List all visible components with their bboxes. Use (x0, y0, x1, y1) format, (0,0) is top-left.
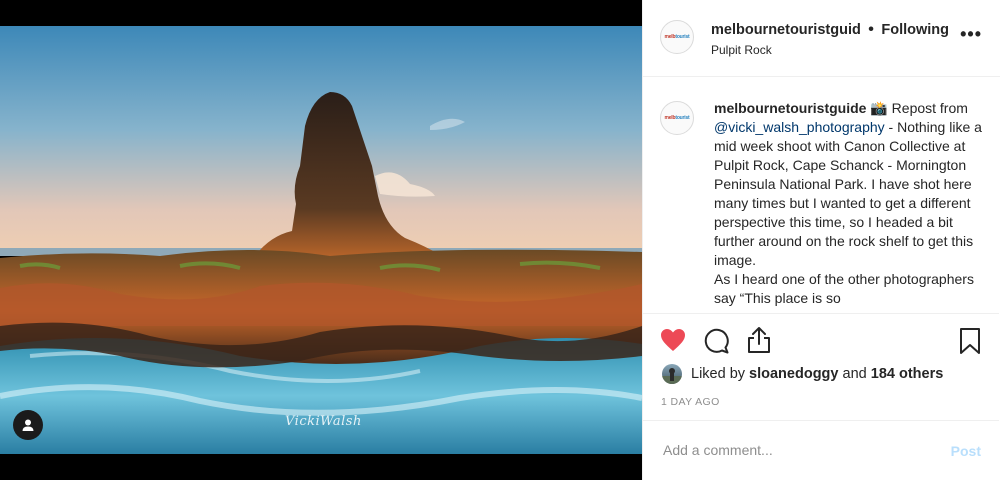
comment-icon[interactable] (703, 328, 729, 354)
following-button[interactable]: Following (881, 22, 949, 38)
comment-form: Post (643, 420, 999, 481)
instagram-post: VickiWalsh melbtourist melbournetouristg… (0, 0, 1000, 480)
caption-body: - Nothing like a mid week shoot with Can… (714, 119, 982, 268)
caption-lead: Repost from (887, 100, 968, 116)
post-sidebar: melbtourist melbournetouristguid • Follo… (642, 0, 1000, 480)
camera-emoji: 📸 (870, 100, 888, 116)
liker-username[interactable]: sloanedoggy (749, 366, 838, 382)
action-bar (643, 313, 999, 358)
heart-icon[interactable] (660, 328, 686, 352)
liker-avatar[interactable] (662, 364, 682, 384)
author-avatar[interactable]: melbtourist (660, 20, 694, 54)
caption-username[interactable]: melbournetouristguide (714, 100, 866, 116)
caption-avatar[interactable]: melbtourist (660, 101, 694, 135)
user-tag-icon (22, 419, 34, 431)
avatar-logo: melbtourist (664, 34, 690, 40)
share-icon[interactable] (747, 326, 771, 354)
avatar-logo: melbtourist (664, 115, 690, 121)
bookmark-icon[interactable] (959, 327, 981, 355)
likes-count-link[interactable]: 184 others (871, 366, 944, 382)
caption-area: melbtourist melbournetouristguide 📸 Repo… (643, 77, 999, 313)
likes-summary: Liked by sloanedoggy and 184 others (662, 364, 943, 384)
author-username[interactable]: melbournetouristguid (711, 22, 861, 38)
likes-prefix: Liked by (691, 366, 746, 382)
post-photo (0, 26, 642, 454)
post-comment-button[interactable]: Post (951, 443, 981, 459)
post-media[interactable]: VickiWalsh (0, 0, 642, 480)
photo-watermark: VickiWalsh (285, 414, 362, 429)
likes-middle: and (842, 366, 867, 382)
post-timestamp[interactable]: 1 DAY AGO (661, 396, 720, 408)
caption-body-continued: As I heard one of the other photographer… (714, 271, 974, 306)
user-tag-button[interactable] (13, 410, 43, 440)
caption-text: melbournetouristguide 📸 Repost from @vic… (714, 99, 986, 308)
more-options-icon[interactable]: ••• (960, 25, 982, 43)
location-link[interactable]: Pulpit Rock (711, 43, 949, 57)
post-header: melbtourist melbournetouristguid • Follo… (643, 0, 1000, 77)
comment-input[interactable] (661, 441, 935, 459)
liker-avatar-image (662, 368, 682, 384)
header-separator: • (868, 21, 874, 38)
mention-link[interactable]: @vicki_walsh_photography (714, 119, 885, 135)
header-names: melbournetouristguid • Following Pulpit … (711, 21, 949, 57)
